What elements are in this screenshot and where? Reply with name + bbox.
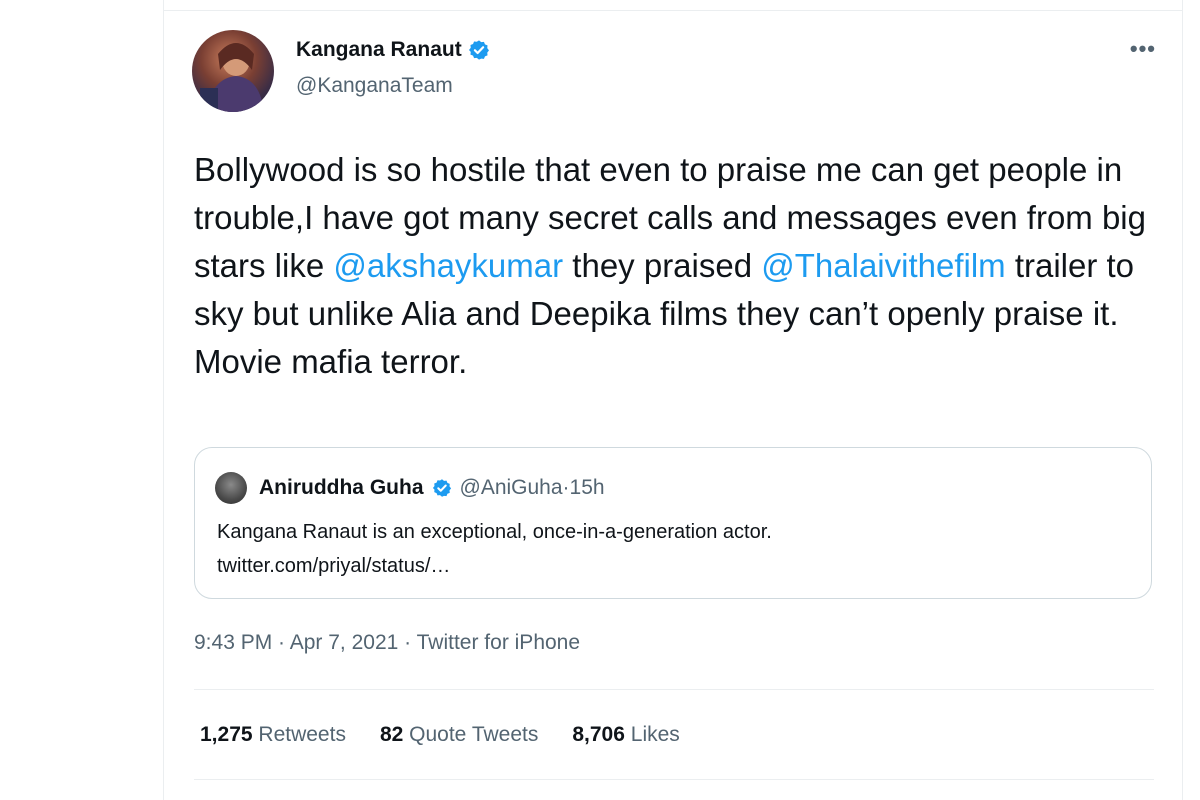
mention-link-thalaivithefilm[interactable]: @Thalaivithefilm — [761, 247, 1005, 284]
retweets-count: 1,275 — [200, 723, 253, 746]
tweet-detail-column: Kangana Ranaut @KanganaTeam ••• Bollywoo… — [163, 0, 1183, 800]
quote-tweets-label: Quote Tweets — [409, 723, 539, 746]
stats-top-divider — [194, 689, 1154, 690]
quoted-tweet-time: 15h — [569, 476, 605, 499]
avatar-photo — [200, 43, 264, 112]
tweet-stats: 1,275 Retweets 82 Quote Tweets 8,706 Lik… — [200, 723, 680, 747]
author-name-text: Kangana Ranaut — [296, 38, 462, 61]
tweet-text: Bollywood is so hostile that even to pra… — [194, 146, 1154, 386]
author-handle[interactable]: @KanganaTeam — [296, 74, 453, 98]
retweets-stat[interactable]: 1,275 Retweets — [200, 723, 346, 747]
quoted-meta-separator: · — [562, 476, 570, 499]
quoted-tweet-text: Kangana Ranaut is an exceptional, once-i… — [217, 515, 1117, 583]
author-name[interactable]: Kangana Ranaut — [296, 38, 490, 62]
quoted-tweet-card[interactable]: Aniruddha Guha @AniGuha · 15h Kangana Ra… — [194, 447, 1152, 599]
tweet-text-part: they praised — [563, 247, 762, 284]
tweet-source[interactable]: Twitter for iPhone — [417, 631, 580, 654]
more-options-icon[interactable]: ••• — [1130, 36, 1156, 62]
likes-stat[interactable]: 8,706 Likes — [572, 723, 679, 747]
likes-label: Likes — [630, 723, 680, 746]
quote-tweets-count: 82 — [379, 723, 404, 746]
quoted-text-line: Kangana Ranaut is an exceptional, once-i… — [217, 521, 772, 543]
meta-separator: · — [272, 631, 290, 654]
quote-tweets-stat[interactable]: 82 Quote Tweets — [380, 723, 538, 747]
quoted-author-name: Aniruddha Guha — [259, 476, 424, 499]
quoted-author-handle: @AniGuha — [459, 476, 563, 499]
meta-separator: · — [398, 631, 417, 654]
tweet-date[interactable]: Apr 7, 2021 — [290, 631, 399, 654]
retweets-label: Retweets — [258, 723, 346, 746]
verified-badge-icon — [468, 40, 489, 60]
author-avatar[interactable] — [192, 30, 274, 112]
tweet-timestamp: 9:43 PM · Apr 7, 2021 · Twitter for iPho… — [194, 631, 580, 655]
verified-badge-icon — [432, 479, 451, 497]
quoted-tweet-header: Aniruddha Guha @AniGuha · 15h — [215, 472, 605, 504]
top-divider — [164, 0, 1182, 11]
tweet-time[interactable]: 9:43 PM — [194, 631, 272, 654]
quoted-author-avatar — [215, 472, 247, 504]
quoted-tweet-link[interactable]: twitter.com/priyal/status/… — [217, 549, 1117, 583]
mention-link-akshaykumar[interactable]: @akshaykumar — [333, 247, 563, 284]
stats-bottom-divider — [194, 779, 1154, 780]
likes-count: 8,706 — [572, 723, 625, 746]
